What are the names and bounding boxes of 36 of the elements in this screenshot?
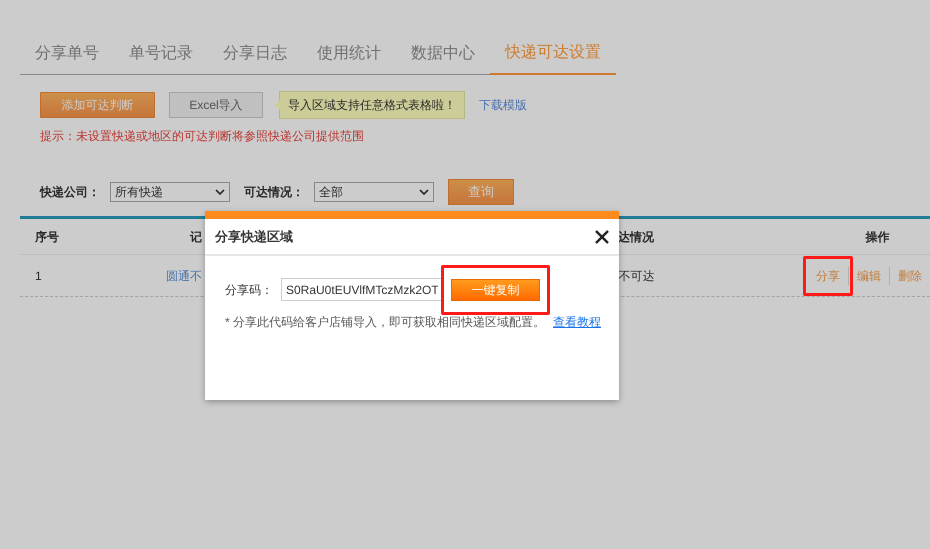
chevron-down-icon — [215, 188, 225, 196]
copy-button[interactable]: 一键复制 — [451, 278, 540, 300]
chevron-down-icon — [419, 188, 429, 196]
column-header: 记 — [190, 230, 202, 244]
table-cell: 不可达 — [618, 268, 654, 282]
import-button[interactable]: Excel导入 — [169, 92, 263, 118]
add-button[interactable]: 添加可达判断 — [40, 92, 155, 118]
filter-select[interactable]: 所有快递 — [110, 182, 230, 202]
code-label: 分享码： — [225, 282, 273, 298]
note-text: * 分享此代码给客户店铺导入，即可获取相同快递区域配置。 — [225, 314, 546, 331]
tutorial-link[interactable]: 查看教程 — [553, 313, 602, 331]
action-link[interactable]: 删除 — [889, 266, 930, 284]
filter-label: 快递公司： — [40, 184, 100, 201]
tab[interactable]: 数据中心 — [396, 37, 490, 74]
tab[interactable]: 快递可达设置 — [490, 37, 616, 75]
tooltip-arrow — [274, 100, 280, 110]
filter-select[interactable]: 全部 — [314, 182, 434, 202]
notice-text: 提示：未设置快递或地区的可达判断将参照快递公司提供范围 — [40, 128, 365, 145]
action-link[interactable]: 编辑 — [848, 266, 889, 284]
table-cell: 1 — [35, 268, 42, 282]
action-link[interactable]: 分享 — [808, 266, 848, 284]
dialog-title: 分享快递区域 — [215, 228, 293, 246]
tab[interactable]: 单号记录 — [114, 37, 208, 74]
tab[interactable]: 分享单号 — [20, 37, 114, 74]
column-header: 序号 — [35, 230, 59, 244]
column-header: 达情况 — [618, 230, 654, 244]
tab[interactable]: 使用统计 — [302, 37, 396, 74]
close-icon — [595, 230, 609, 244]
record-link[interactable]: 圆通不 — [166, 268, 202, 282]
download-link[interactable]: 下载模版 — [479, 96, 527, 114]
code-field[interactable]: S0RaU0tEUVlfMTczMzk2OT — [281, 278, 443, 301]
close-button[interactable] — [595, 230, 609, 244]
column-header: 操作 — [866, 228, 890, 246]
filter-label: 可达情况： — [244, 184, 304, 201]
query-button[interactable]: 查询 — [448, 179, 514, 205]
tab[interactable]: 分享日志 — [208, 37, 302, 74]
